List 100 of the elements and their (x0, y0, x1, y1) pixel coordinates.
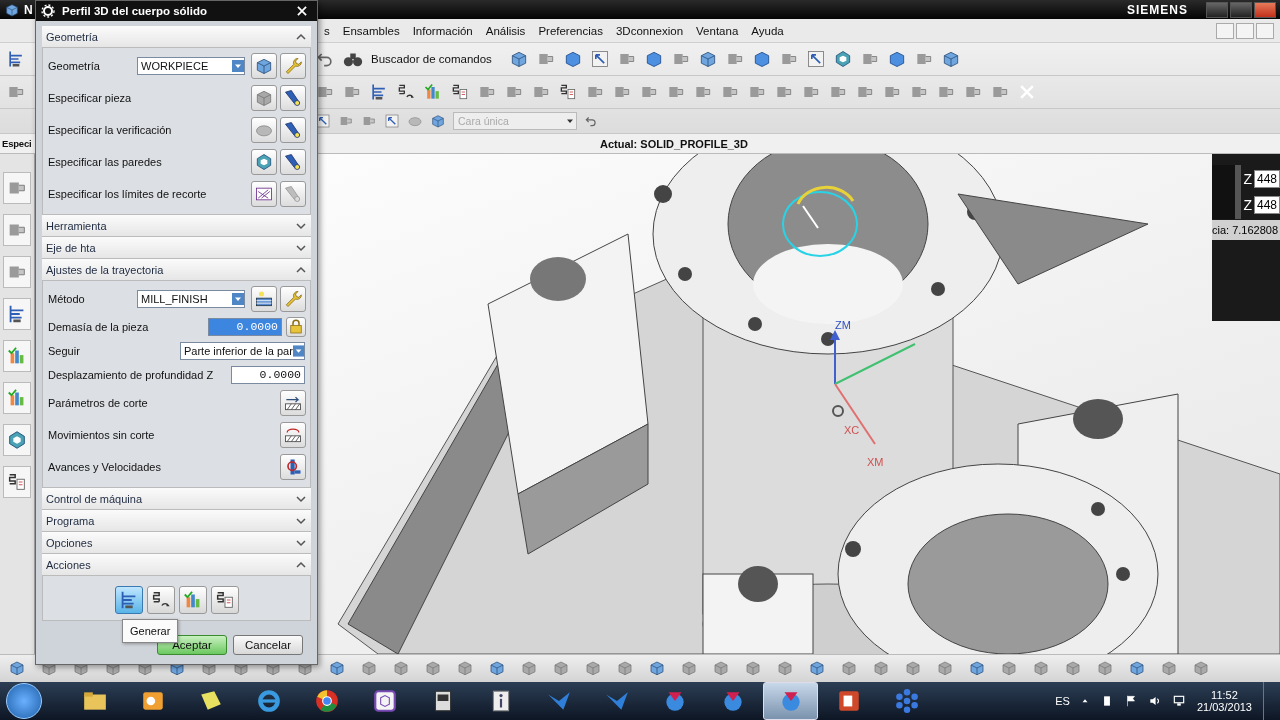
cube-icon (1000, 659, 1018, 678)
cube-icon (840, 659, 858, 678)
lock-button[interactable] (286, 317, 306, 337)
minimize-button[interactable] (1206, 1, 1228, 18)
display-button[interactable] (280, 85, 306, 111)
flash-icon (283, 120, 303, 140)
wrench-icon (283, 56, 303, 76)
select-button[interactable] (251, 149, 277, 175)
method-icon (254, 289, 274, 309)
tool-icon (6, 429, 28, 452)
command-finder[interactable]: Buscador de comandos (371, 53, 492, 65)
cube-icon (744, 659, 762, 678)
current-operation-label: Actual: SOLID_PROFILE_3D (600, 137, 748, 150)
tooltip: Generar (122, 619, 179, 643)
menu-item[interactable]: Ventana (696, 24, 739, 37)
dropdown[interactable]: Parte inferior de la par (180, 342, 305, 360)
cube-icon (872, 659, 890, 678)
tool-icon (558, 82, 578, 102)
dialog-button[interactable] (280, 454, 306, 480)
menu-item[interactable]: Preferencias (538, 24, 603, 37)
section-header[interactable]: Acciones (42, 554, 311, 576)
field-label: Método (48, 293, 86, 305)
cube-icon (1032, 659, 1050, 678)
section-header[interactable]: Programa (42, 510, 311, 532)
coordinate-field[interactable]: 448 (1253, 196, 1280, 215)
section-header[interactable]: Opciones (42, 532, 311, 554)
chrome-browser-icon (313, 687, 340, 714)
dropdown[interactable]: MILL_FINISH (137, 290, 245, 308)
menu-item[interactable]: 3Dconnexion (615, 24, 684, 37)
edit-button[interactable] (280, 53, 306, 79)
section-header[interactable]: Control de máquina (42, 488, 311, 510)
dialog-button[interactable] (280, 422, 306, 448)
field-label: Avances y Velocidades (48, 461, 162, 473)
resource-tab[interactable] (3, 466, 31, 499)
select-button[interactable] (251, 85, 277, 111)
axis-label: XM (867, 456, 884, 469)
section-header[interactable]: Geometría (42, 26, 311, 48)
clock-time[interactable]: 11:52 (1211, 688, 1238, 701)
app-logo-icon (4, 1, 20, 18)
browser-icon (255, 687, 282, 714)
section-header[interactable]: Herramienta (42, 215, 311, 237)
menu-item[interactable]: Ayuda (751, 24, 784, 37)
resource-bar-label: Especi (1, 138, 33, 150)
cancel-button[interactable]: Cancelar (233, 635, 303, 655)
select-button[interactable] (251, 181, 277, 207)
start-button[interactable] (6, 682, 42, 719)
cube-icon (1128, 659, 1146, 678)
display-button[interactable] (280, 117, 306, 143)
field-label: Movimientos sin corte (48, 429, 156, 441)
cube-icon (808, 659, 826, 678)
menu-item[interactable]: Ensambles (342, 24, 400, 37)
coordinate-field[interactable]: 448 (1253, 170, 1280, 189)
cube-icon (936, 659, 954, 678)
cube-icon (1160, 659, 1178, 678)
cube-icon (552, 659, 570, 678)
settings-icon (40, 3, 56, 19)
cube-icon (1064, 659, 1082, 678)
menu-item[interactable]: s (324, 24, 330, 37)
cube-icon (328, 659, 346, 678)
dropdown[interactable]: WORKPIECE (137, 57, 245, 75)
tool-icon (384, 113, 400, 129)
cube-icon (648, 659, 666, 678)
new-button[interactable] (251, 286, 277, 312)
wall-icon (254, 152, 274, 172)
field-label: Especificar las paredes (48, 156, 163, 168)
menu-item[interactable]: Información (412, 24, 473, 37)
action-button[interactable] (210, 586, 239, 614)
dialog-button[interactable] (280, 390, 306, 416)
section-header[interactable]: Eje de hta (42, 237, 311, 259)
cube-icon (456, 659, 474, 678)
language-indicator[interactable]: ES (1055, 694, 1070, 707)
clock-date[interactable]: 21/03/2013 (1196, 700, 1252, 713)
menu-item[interactable]: Análisis (485, 24, 526, 37)
cube-icon (371, 687, 398, 714)
brand-logo: SIEMENS (1127, 2, 1188, 17)
network-icon (1171, 693, 1186, 708)
display-button[interactable] (280, 149, 306, 175)
cube-icon (392, 659, 410, 678)
cube-icon (968, 659, 986, 678)
cube-icon (488, 659, 506, 678)
field-label: Demasía de la pieza (48, 321, 150, 333)
number-field[interactable]: 0.0000 (208, 318, 282, 336)
restore-button[interactable] (1230, 1, 1252, 18)
resource-tab[interactable] (3, 298, 31, 331)
cube-icon (712, 659, 730, 678)
section-header[interactable]: Ajustes de la trayectoria (42, 259, 311, 281)
cube-icon (520, 659, 538, 678)
cube-icon (360, 659, 378, 678)
number-field[interactable]: 0.0000 (231, 366, 305, 384)
field-label: Especificar la verificación (48, 124, 173, 136)
field-label: Especificar los límites de recorte (48, 188, 208, 200)
coordinate-label: Z (1243, 171, 1252, 188)
coordinate-label: Z (1243, 197, 1252, 214)
new-button[interactable] (251, 53, 277, 79)
cube-icon (584, 659, 602, 678)
action-button[interactable] (146, 586, 175, 614)
tool-icon (805, 49, 826, 69)
tool-icon (450, 82, 470, 102)
resource-tab[interactable] (3, 424, 31, 457)
cube-icon (430, 113, 446, 129)
